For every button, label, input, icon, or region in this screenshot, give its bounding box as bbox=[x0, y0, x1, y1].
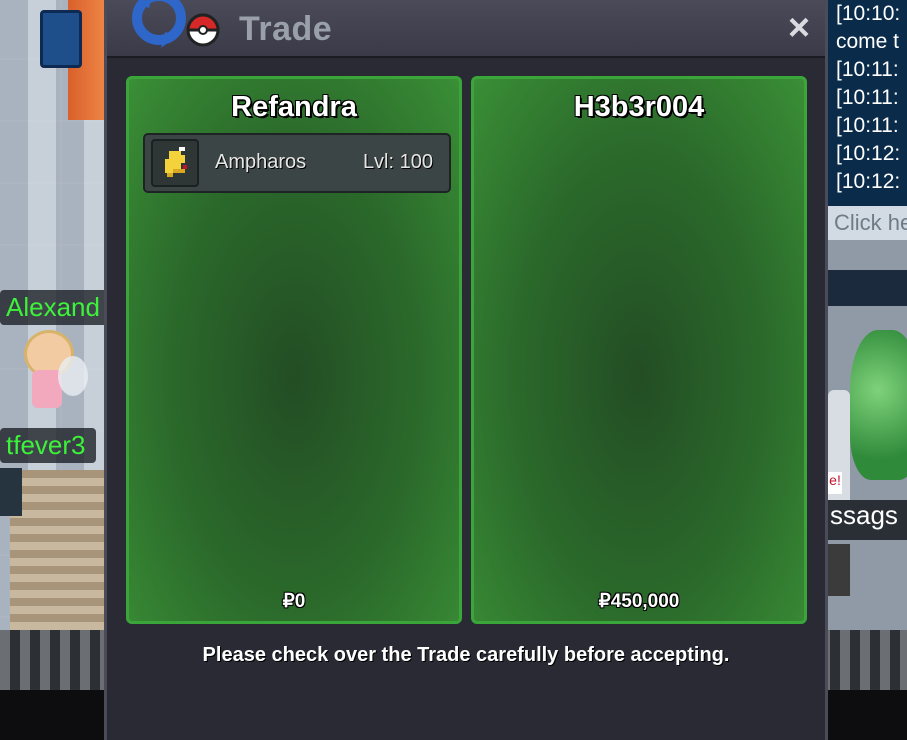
pokemon-level: Lvl: 100 bbox=[362, 151, 433, 173]
chat-line: [10:10: bbox=[836, 2, 901, 25]
character-wings bbox=[58, 356, 88, 396]
trade-logo-icon bbox=[132, 0, 220, 48]
trade-window: Trade × Refandra Ampharos Lvl: 100 ₽0 H3… bbox=[104, 0, 828, 740]
offered-money: ₽450,000 bbox=[598, 591, 680, 612]
pokemon-name: Ampharos bbox=[215, 151, 307, 173]
player-nametag[interactable]: Alexand bbox=[0, 290, 108, 325]
chat-line: [10:11: bbox=[836, 86, 899, 109]
pokemon-sprite bbox=[165, 147, 187, 177]
red-sign-text: e! bbox=[828, 472, 842, 494]
player-character[interactable] bbox=[0, 468, 22, 516]
blue-sign-box bbox=[40, 10, 82, 68]
my-offer-panel: Refandra Ampharos Lvl: 100 ₽0 bbox=[126, 76, 462, 624]
trade-notice: Please check over the Trade carefully be… bbox=[202, 644, 730, 666]
trade-titlebar[interactable]: Trade × bbox=[107, 0, 825, 58]
their-offer-panel: H3b3r004 ₽450,000 bbox=[471, 76, 807, 624]
chat-line: [10:12: bbox=[836, 170, 901, 193]
npc-character[interactable] bbox=[826, 544, 850, 596]
chat-line: [10:11: bbox=[836, 58, 899, 81]
ampharos-sprite-icon bbox=[151, 139, 199, 187]
player-name: Refandra bbox=[231, 91, 357, 123]
chat-line: [10:11: bbox=[836, 114, 899, 137]
chat-line: [10:12: bbox=[836, 142, 901, 165]
offered-money: ₽0 bbox=[282, 591, 306, 612]
chat-panel: [10:10: come t [10:11: [10:11: [10:11: [… bbox=[828, 0, 907, 240]
window-title: Trade bbox=[239, 10, 333, 48]
messages-label[interactable]: ssags bbox=[826, 500, 907, 540]
trade-item-slot[interactable]: Ampharos Lvl: 100 bbox=[143, 133, 451, 193]
chat-input[interactable]: Click he bbox=[828, 206, 907, 240]
right-dark-wall bbox=[828, 270, 907, 306]
stone-stairs bbox=[10, 470, 108, 630]
player-character[interactable] bbox=[20, 330, 88, 412]
chat-line: come t bbox=[836, 30, 900, 53]
player-nametag[interactable]: tfever3 bbox=[0, 428, 96, 463]
player-name: H3b3r004 bbox=[573, 91, 705, 123]
tree bbox=[850, 330, 907, 480]
close-icon[interactable]: × bbox=[781, 8, 817, 48]
